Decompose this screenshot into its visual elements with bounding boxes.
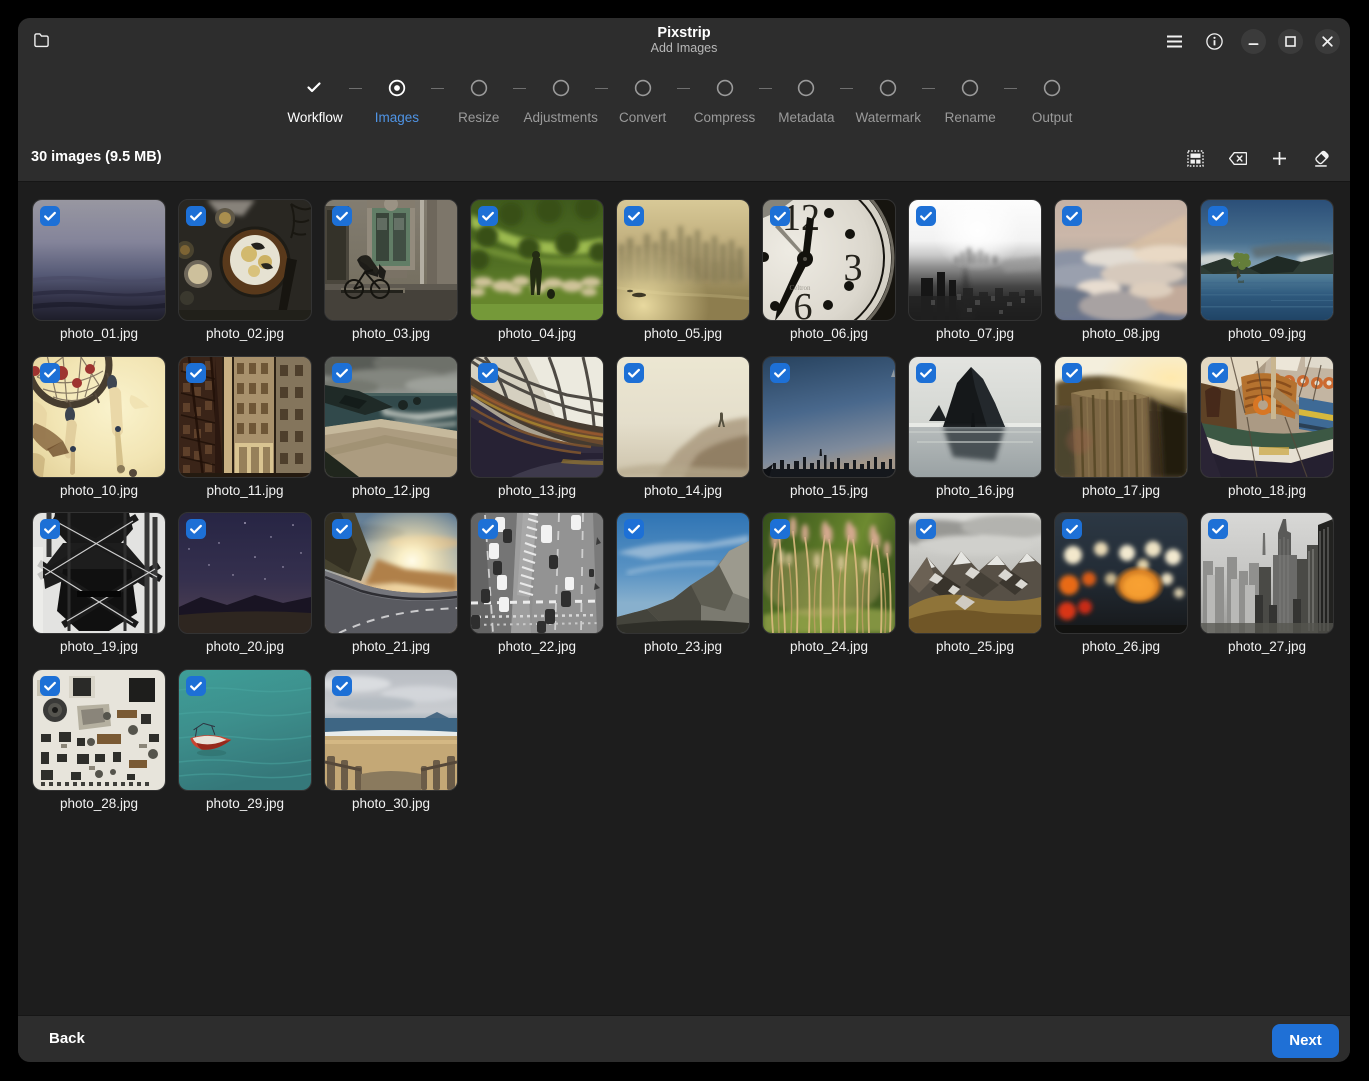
svg-text:Celtron: Celtron (790, 284, 811, 292)
